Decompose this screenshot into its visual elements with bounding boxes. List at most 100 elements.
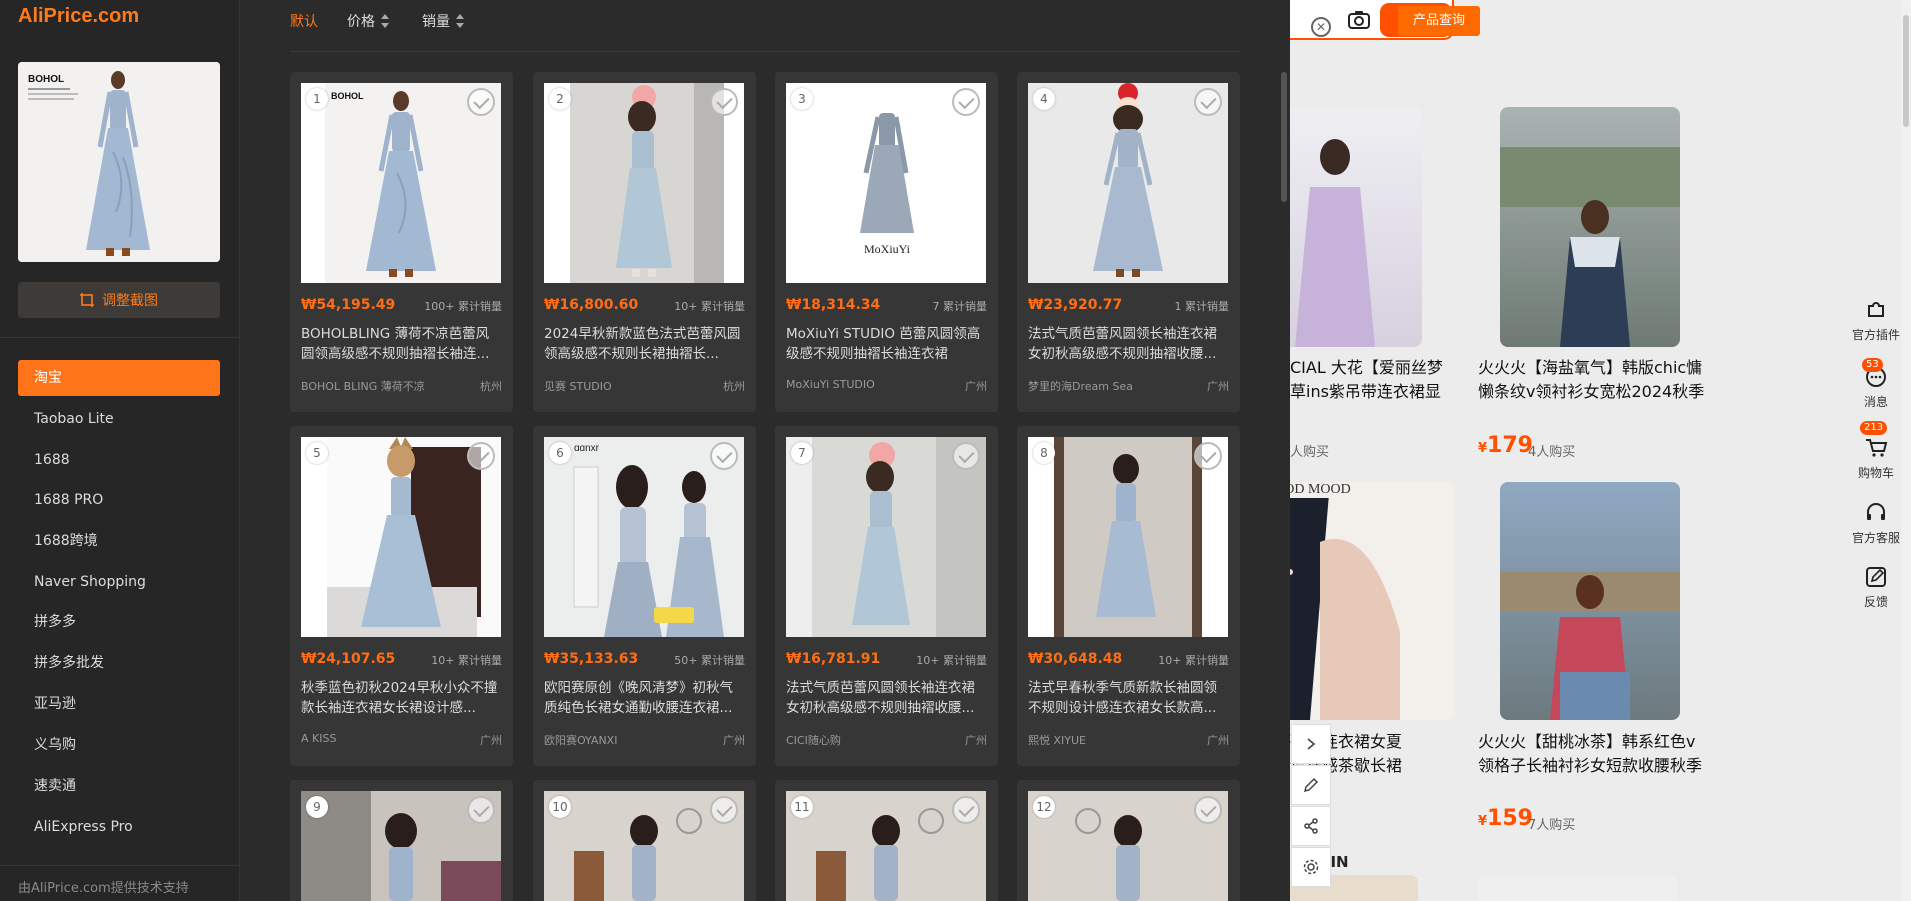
sort-default[interactable]: 默认 <box>290 11 318 31</box>
select-checkbox[interactable] <box>952 796 980 824</box>
shop-name[interactable]: 熙悦 XIYUE <box>1028 732 1086 748</box>
product-index: 5 <box>306 442 328 464</box>
select-checkbox[interactable] <box>1194 88 1222 116</box>
product-image[interactable]: BOHOL <box>301 83 501 283</box>
screenshot-thumbnail: BOHOL <box>18 62 220 262</box>
select-checkbox[interactable] <box>1194 442 1222 470</box>
product-title[interactable]: 法式早春秋季气质新款长袖圆领不规则设计感连衣裙女长款高... <box>1028 678 1229 718</box>
shop-location: 杭州 <box>723 380 745 393</box>
product-image[interactable]: MoXiuYi <box>786 83 986 283</box>
product-card[interactable]: 12 <box>1017 780 1240 901</box>
chevron-right-icon <box>1307 738 1316 750</box>
product-card[interactable]: 10 <box>533 780 756 901</box>
edit-button[interactable] <box>1291 765 1331 805</box>
select-checkbox[interactable] <box>710 442 738 470</box>
product-title[interactable]: 火火火【甜桃冰茶】韩系红色v 领格子长袖衬衫女短款收腰秋季 <box>1478 730 1702 778</box>
select-checkbox[interactable] <box>710 88 738 116</box>
source-yiwugo[interactable]: 义乌购 <box>18 727 220 763</box>
product-card[interactable]: BOHOL 1 ₩54,195.49 100+ 累计销量 BOHOLBLING … <box>290 72 513 412</box>
settings-button[interactable] <box>1291 847 1331 887</box>
adjust-screenshot-button[interactable]: 调整截图 <box>18 282 220 318</box>
product-index: 4 <box>1033 88 1055 110</box>
select-checkbox[interactable] <box>952 442 980 470</box>
product-card[interactable]: 7 ₩16,781.91 10+ 累计销量 法式气质芭蕾风圆领长袖连衣裙女初秋高… <box>775 426 998 766</box>
source-1688-pro[interactable]: 1688 PRO <box>18 482 220 518</box>
shop-name[interactable]: BOHOL BLING 薄荷不凉 <box>301 378 425 394</box>
svg-text:BOHOL: BOHOL <box>331 91 364 101</box>
shop-name[interactable]: CICI随心购 <box>786 732 841 748</box>
select-checkbox[interactable] <box>952 88 980 116</box>
select-checkbox[interactable] <box>1194 796 1222 824</box>
product-card[interactable]: 4 ₩23,920.77 1 累计销量 法式气质芭蕾风圆领长袖连衣裙女初秋高级感… <box>1017 72 1240 412</box>
shop-name[interactable]: 欧阳赛OYANXI <box>544 732 617 748</box>
select-checkbox[interactable] <box>710 796 738 824</box>
product-title[interactable]: 法式气质芭蕾风圆领长袖连衣裙女初秋高级感不规则抽褶收腰... <box>1028 324 1229 364</box>
product-card[interactable]: MoXiuYi 3 ₩18,314.34 7 累计销量 MoXiuYi STUD… <box>775 72 998 412</box>
product-sold: 10+ 累计销量 <box>674 300 745 313</box>
source-naver-shopping[interactable]: Naver Shopping <box>18 564 220 600</box>
select-checkbox[interactable] <box>467 796 495 824</box>
shop-location: 广州 <box>1207 734 1229 747</box>
product-title[interactable]: BOHOLBLING 薄荷不凉芭蕾风圆领高级感不规则抽褶长袖连... <box>301 324 502 364</box>
share-icon <box>1304 818 1318 834</box>
product-image[interactable] <box>1028 437 1228 637</box>
shop-location: 广州 <box>1207 380 1229 393</box>
product-price: ₩23,920.77 <box>1028 297 1123 313</box>
clear-icon[interactable]: ✕ <box>1311 17 1331 37</box>
product-title[interactable]: 秋季蓝色初秋2024早秋小众不撞款长袖连衣裙女长裙设计感... <box>301 678 502 718</box>
page-scrollbar[interactable] <box>1901 0 1911 901</box>
product-index: 11 <box>791 796 813 818</box>
product-image[interactable] <box>301 437 501 637</box>
product-title[interactable]: CIAL 大花【爱丽丝梦 草ins紫吊带连衣裙显 <box>1290 356 1443 404</box>
product-sold: 人购买 <box>1290 445 1330 460</box>
select-checkbox[interactable] <box>467 88 495 116</box>
source-taobao[interactable]: 淘宝 <box>18 360 220 396</box>
product-image[interactable] <box>1028 83 1228 283</box>
source-aliexpress[interactable]: 速卖通 <box>18 768 220 804</box>
product-card[interactable]: ɑɑnxr 6 ₩35,133.63 50+ 累计销量 欧阳赛原创《晚风清梦》初… <box>533 426 756 766</box>
shop-name[interactable]: MoXiuYi STUDIO <box>786 378 875 391</box>
source-pinduoduo[interactable]: 拼多多 <box>18 604 220 640</box>
source-aliexpress-pro[interactable]: AliExpress Pro <box>18 809 220 845</box>
select-checkbox[interactable] <box>467 442 495 470</box>
product-card[interactable]: 11 <box>775 780 998 901</box>
product-image[interactable]: ɑɑnxr <box>544 437 744 637</box>
camera-icon[interactable] <box>1346 8 1372 32</box>
product-title[interactable]: 法式气质芭蕾风圆领长袖连衣裙女初秋高级感不规则抽褶收腰... <box>786 678 987 718</box>
results-scrollbar[interactable] <box>1281 72 1287 202</box>
product-title[interactable]: MoXiuYi STUDIO 芭蕾风圆领高级感不规则抽褶长袖连衣裙 <box>786 324 987 364</box>
shop-name[interactable]: A KISS <box>301 732 336 745</box>
floating-tools <box>1291 724 1331 888</box>
product-index: 6 <box>549 442 571 464</box>
product-index: 8 <box>1033 442 1055 464</box>
source-taobao-lite[interactable]: Taobao Lite <box>18 401 220 437</box>
product-image[interactable] <box>786 437 986 637</box>
shop-name[interactable]: 梦里的海Dream Sea <box>1028 378 1133 394</box>
source-pinduoduo-wholesale[interactable]: 拼多多批发 <box>18 645 220 681</box>
product-image[interactable] <box>1478 875 1678 901</box>
product-image[interactable] <box>544 83 744 283</box>
product-title[interactable]: 2024早秋新款蓝色法式芭蕾风圆领高级感不规则长裙抽褶长... <box>544 324 745 364</box>
shop-name[interactable]: 见赛 STUDIO <box>544 378 612 394</box>
product-title[interactable]: 火火火【海盐氧气】韩版chic慵 懒条纹v领衬衫女宽松2024秋季 <box>1478 356 1704 404</box>
aliprice-logo[interactable]: AliPrice.com <box>18 5 139 28</box>
product-card[interactable]: 8 ₩30,648.48 10+ 累计销量 法式早春秋季气质新款长袖圆领不规则设… <box>1017 426 1240 766</box>
product-sold: 10+ 累计销量 <box>916 654 987 667</box>
product-card[interactable]: 2 ₩16,800.60 10+ 累计销量 2024早秋新款蓝色法式芭蕾风圆领高… <box>533 72 756 412</box>
source-1688[interactable]: 1688 <box>18 442 220 478</box>
sort-price[interactable]: 价格 <box>347 11 389 31</box>
product-card[interactable]: 5 ₩24,107.65 10+ 累计销量 秋季蓝色初秋2024早秋小众不撞款长… <box>290 426 513 766</box>
product-price: ₩24,107.65 <box>301 651 396 667</box>
product-image[interactable] <box>1500 482 1680 720</box>
product-image[interactable] <box>1500 107 1680 347</box>
pencil-icon <box>1303 777 1319 793</box>
product-card[interactable]: 9 <box>290 780 513 901</box>
gear-icon <box>1303 859 1319 875</box>
expand-button[interactable] <box>1291 724 1331 764</box>
share-button[interactable] <box>1291 806 1331 846</box>
product-title[interactable]: 欧阳赛原创《晚风清梦》初秋气质纯色长裙女通勤收腰连衣裙... <box>544 678 745 718</box>
source-1688-cross-border[interactable]: 1688跨境 <box>18 523 220 559</box>
source-amazon[interactable]: 亚马逊 <box>18 686 220 722</box>
product-query-button[interactable]: 产品查询 <box>1398 6 1480 36</box>
sort-sales[interactable]: 销量 <box>422 11 464 31</box>
